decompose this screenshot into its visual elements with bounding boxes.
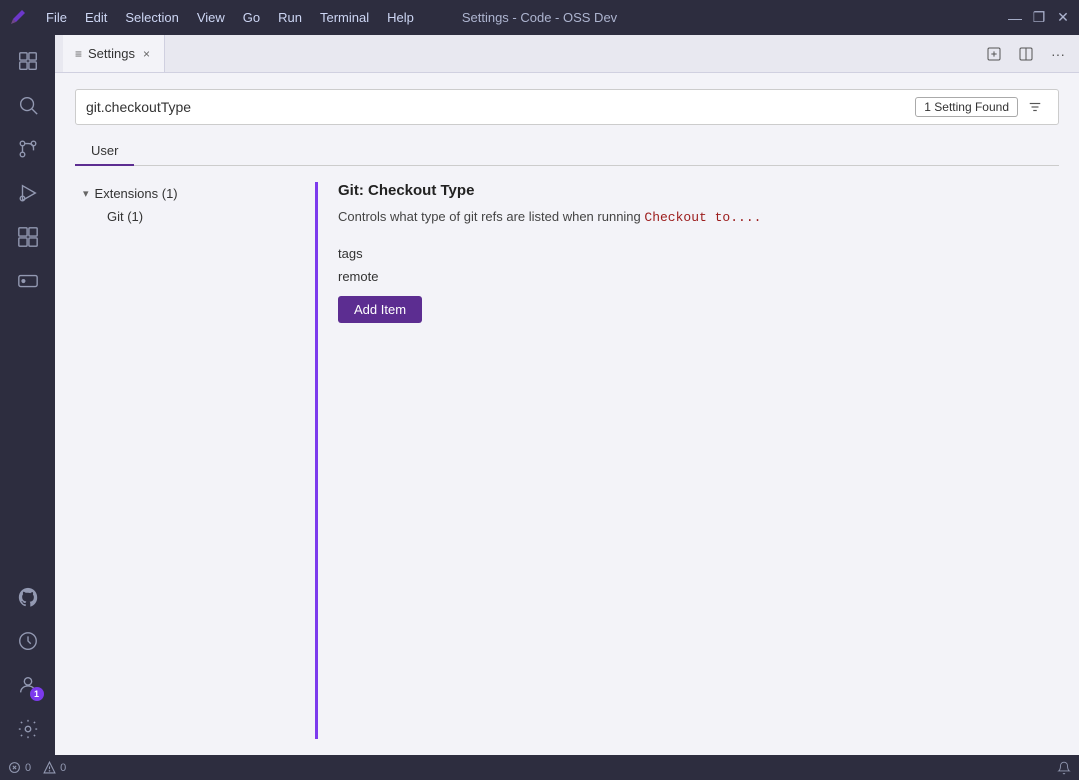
- sidebar-item-remote[interactable]: [8, 261, 48, 301]
- sidebar-item-timeline[interactable]: [8, 621, 48, 661]
- status-warnings-count: 0: [60, 762, 66, 774]
- sidebar-item-gear[interactable]: [8, 709, 48, 749]
- settings-tab-icon: ≡: [75, 47, 82, 61]
- tree-extensions-label: Extensions (1): [95, 186, 178, 201]
- setting-title-prefix: Git:: [338, 182, 368, 199]
- title-bar: File Edit Selection View Go Run Terminal…: [0, 0, 1079, 35]
- notifications-bell[interactable]: [1057, 761, 1071, 775]
- tab-bar: ≡ Settings × ···: [55, 35, 1079, 73]
- sidebar-item-github[interactable]: [8, 577, 48, 617]
- setting-title: Git: Checkout Type: [338, 182, 1059, 199]
- account-badge: 1: [30, 687, 44, 701]
- tab-actions: ···: [981, 41, 1071, 67]
- search-bar: 1 Setting Found: [75, 89, 1059, 125]
- more-actions-button[interactable]: ···: [1045, 41, 1071, 67]
- menu-edit[interactable]: Edit: [77, 8, 115, 27]
- settings-body: ▾ Extensions (1) Git (1) Git: Checkout T…: [75, 182, 1059, 739]
- status-bar: 0 0: [0, 755, 1079, 780]
- split-editor-button[interactable]: [1013, 41, 1039, 67]
- settings-tabs: User: [75, 137, 1059, 166]
- setting-item-remote: remote: [338, 269, 378, 284]
- setting-description: Controls what type of git refs are liste…: [338, 207, 1059, 228]
- setting-item-tags: tags: [338, 246, 363, 261]
- editor-area: ≡ Settings × ···: [55, 35, 1079, 755]
- status-no-problems[interactable]: 0: [8, 761, 31, 774]
- sidebar-item-run[interactable]: [8, 173, 48, 213]
- settings-panel: Git: Checkout Type Controls what type of…: [315, 182, 1059, 739]
- add-item-button[interactable]: Add Item: [338, 296, 422, 323]
- window-title: Settings - Code - OSS Dev: [462, 10, 617, 25]
- status-errors-count: 0: [25, 762, 31, 774]
- activity-bar: 1: [0, 35, 55, 755]
- sidebar-item-extensions[interactable]: [8, 217, 48, 257]
- sidebar-item-explorer[interactable]: [8, 41, 48, 81]
- menu-selection[interactable]: Selection: [117, 8, 186, 27]
- window-controls: — ❐ ✕: [1007, 10, 1071, 26]
- sidebar-item-search[interactable]: [8, 85, 48, 125]
- menu-run[interactable]: Run: [270, 8, 310, 27]
- sidebar-item-source-control[interactable]: [8, 129, 48, 169]
- menu-file[interactable]: File: [38, 8, 75, 27]
- list-item: remote: [338, 265, 1059, 288]
- list-item: tags: [338, 242, 1059, 265]
- menu-view[interactable]: View: [189, 8, 233, 27]
- open-settings-json-button[interactable]: [981, 41, 1007, 67]
- menu-go[interactable]: Go: [235, 8, 268, 27]
- tree-git-label: Git (1): [107, 209, 143, 224]
- close-button[interactable]: ✕: [1055, 10, 1071, 26]
- settings-tree: ▾ Extensions (1) Git (1): [75, 182, 315, 739]
- menu-terminal[interactable]: Terminal: [312, 8, 377, 27]
- chevron-down-icon: ▾: [83, 187, 89, 200]
- menu-help[interactable]: Help: [379, 8, 422, 27]
- settings-tab-label: Settings: [88, 46, 135, 61]
- tab-user[interactable]: User: [75, 137, 134, 166]
- settings-tab-close[interactable]: ×: [141, 45, 152, 63]
- setting-title-name: Checkout Type: [368, 182, 474, 199]
- settings-content: 1 Setting Found User ▾: [55, 73, 1079, 755]
- app-logo: [8, 7, 30, 29]
- minimize-button[interactable]: —: [1007, 10, 1023, 26]
- setting-desc-code: Checkout to....: [644, 210, 761, 225]
- status-warnings[interactable]: 0: [43, 761, 66, 774]
- setting-desc-text: Controls what type of git refs are liste…: [338, 209, 641, 224]
- settings-tab[interactable]: ≡ Settings ×: [63, 35, 165, 72]
- app-body: 1 ≡ Settings ×: [0, 35, 1079, 755]
- tree-git[interactable]: Git (1): [75, 205, 307, 228]
- search-filter-button[interactable]: [1022, 94, 1048, 120]
- maximize-button[interactable]: ❐: [1031, 10, 1047, 26]
- search-results-badge: 1 Setting Found: [915, 97, 1018, 117]
- tree-extensions[interactable]: ▾ Extensions (1): [75, 182, 307, 205]
- search-input[interactable]: [86, 99, 915, 115]
- sidebar-item-account[interactable]: 1: [8, 665, 48, 705]
